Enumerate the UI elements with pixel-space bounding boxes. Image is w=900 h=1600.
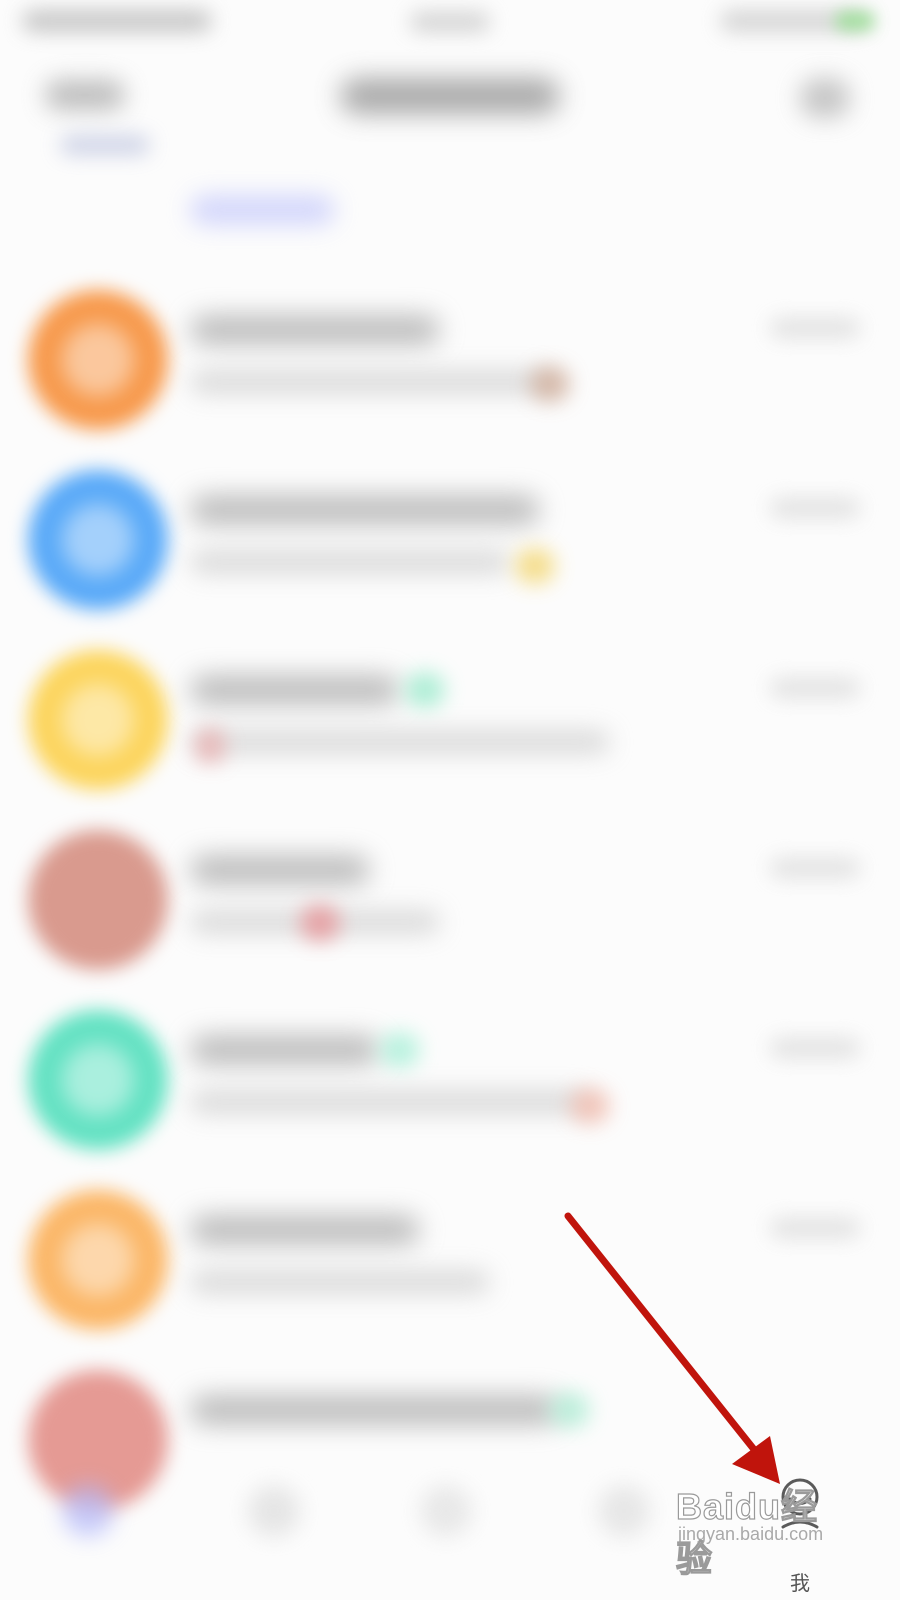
tab-second[interactable] — [228, 1473, 318, 1583]
nav-right-button-blurred[interactable] — [800, 78, 850, 118]
tab-me-label: 我 — [790, 1571, 810, 1595]
tag-icon — [405, 672, 445, 708]
list-item-time-blurred — [770, 1218, 860, 1238]
status-bar — [0, 0, 900, 50]
avatar-glyph-blurred — [62, 1044, 134, 1116]
status-center-blurred — [410, 12, 490, 32]
list-item-preview-blurred — [190, 730, 610, 754]
tab-icon-blurred — [420, 1485, 472, 1537]
emoji-icon — [515, 548, 555, 584]
chat-icon — [62, 1485, 114, 1537]
list-item-title-blurred — [190, 315, 440, 345]
avatar-glyph-blurred — [62, 324, 134, 396]
app-screen: 我 Baidu经验 jingyan.baidu.com — [0, 0, 900, 1600]
list-item-title-blurred — [190, 855, 370, 885]
list-item[interactable] — [0, 270, 900, 450]
list-item[interactable] — [0, 990, 900, 1170]
list-item-preview-blurred — [190, 550, 510, 574]
tab-messages[interactable] — [42, 1473, 132, 1583]
status-time-blurred — [22, 10, 212, 32]
list-item-time-blurred — [770, 498, 860, 518]
list-item-title-blurred — [190, 675, 400, 705]
tag-icon — [380, 1032, 420, 1068]
tab-third[interactable] — [400, 1473, 490, 1583]
nav-left-subtext-blurred — [60, 135, 150, 155]
list-item-preview-blurred — [190, 1090, 590, 1114]
list-item-preview-blurred — [190, 1270, 490, 1294]
list-item-title-blurred — [190, 1035, 380, 1065]
filter-chip-blurred[interactable] — [190, 195, 335, 225]
tab-icon-blurred — [598, 1485, 650, 1537]
list-item-time-blurred — [770, 1038, 860, 1058]
emoji-icon — [195, 728, 225, 764]
list-item-time-blurred — [770, 858, 860, 878]
page-title-blurred — [340, 78, 560, 114]
list-item-time-blurred — [770, 318, 860, 338]
avatar-glyph-blurred — [62, 1224, 134, 1296]
avatar-glyph-blurred — [62, 684, 134, 756]
avatar-glyph-blurred — [62, 504, 134, 576]
tag-icon — [550, 1392, 590, 1428]
list-item-title-blurred — [190, 495, 540, 525]
emoji-icon — [530, 366, 570, 402]
emoji-icon — [570, 1088, 610, 1124]
list-item[interactable] — [0, 450, 900, 630]
list-item-time-blurred — [770, 678, 860, 698]
avatar — [28, 830, 168, 970]
tab-icon-blurred — [248, 1485, 300, 1537]
battery-icon — [835, 12, 875, 30]
tab-fourth[interactable] — [578, 1473, 668, 1583]
nav-left-button-blurred[interactable] — [45, 80, 125, 110]
navigation-bar — [0, 50, 900, 160]
list-item-title-blurred — [190, 1215, 420, 1245]
emoji-icon — [300, 905, 340, 941]
bottom-tab-bar: 我 — [0, 1455, 900, 1600]
person-icon — [781, 1478, 819, 1529]
list-item-preview-blurred — [190, 370, 550, 394]
list-item[interactable] — [0, 810, 900, 990]
list-item[interactable] — [0, 630, 900, 810]
list-item[interactable] — [0, 1170, 900, 1350]
list-item-title-blurred — [190, 1395, 560, 1425]
tab-me[interactable]: 我 — [755, 1475, 845, 1595]
